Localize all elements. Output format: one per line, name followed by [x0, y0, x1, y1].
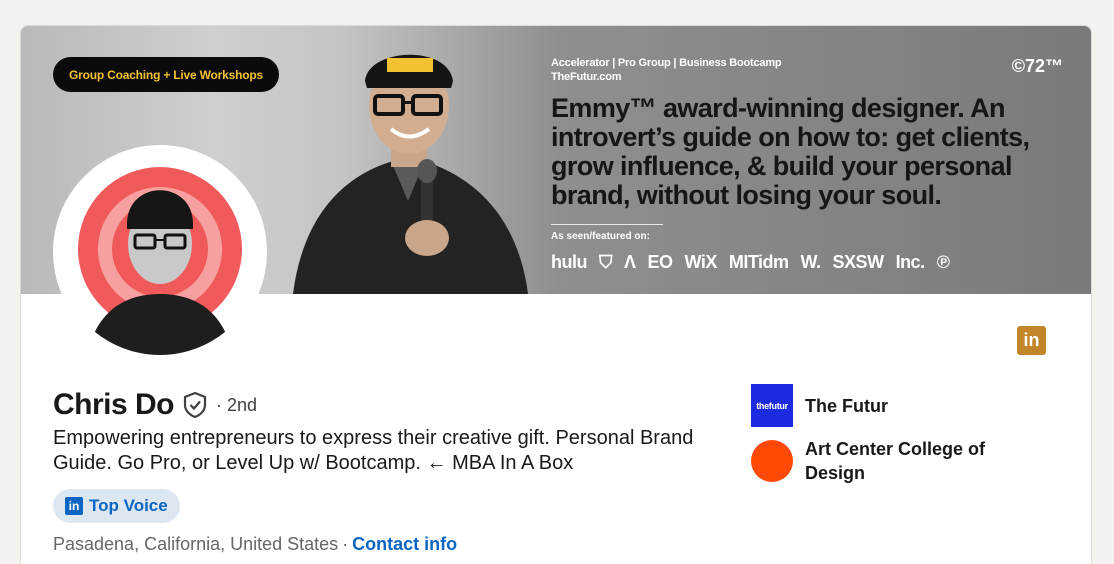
profile-name: Chris Do: [53, 388, 175, 421]
logo-inc: Inc.: [895, 252, 926, 272]
linkedin-icon[interactable]: in: [1017, 326, 1046, 355]
profile-card: Group Coaching + Live Workshops Accelera…: [20, 25, 1092, 564]
top-voice-badge[interactable]: in Top Voice: [53, 489, 180, 523]
profile-headline: Empowering entrepreneurs to express thei…: [53, 427, 694, 474]
org-the-futur[interactable]: thefutur The Futur: [751, 384, 1035, 427]
logo-wix: WiX: [684, 252, 718, 272]
avatar[interactable]: [53, 145, 267, 359]
the-futur-logo: thefutur: [751, 384, 793, 427]
featured-logos: hulu ⛉ Λ EO WiX MITidm W. SXSW Inc. ℗: [551, 252, 950, 273]
logo-adobe: Λ: [624, 252, 636, 272]
banner-seen-label: As seen/featured on:: [551, 231, 650, 242]
banner-pill: Group Coaching + Live Workshops: [53, 57, 279, 92]
name-row: Chris Do · 2nd: [53, 388, 257, 422]
verified-shield-icon[interactable]: [182, 391, 208, 419]
banner-divider: [551, 224, 663, 225]
logo-harvard: ⛉: [599, 252, 613, 272]
logo-mitidm: MITidm: [728, 252, 789, 272]
logo-eo: EO: [647, 252, 674, 272]
org-name: The Futur: [805, 395, 888, 416]
location-text: Pasadena, California, United States: [53, 534, 339, 554]
banner-headline: Emmy™ award-winning designer. An introve…: [551, 93, 1030, 210]
art-center-logo: [751, 440, 793, 482]
banner-sub-line-1: Accelerator | Pro Group | Business Bootc…: [551, 57, 782, 69]
connection-degree: · 2nd: [216, 394, 258, 415]
org-art-center[interactable]: Art Center College of Design: [751, 437, 1035, 485]
banner-person-image: [293, 54, 528, 294]
avatar-image: [57, 149, 263, 355]
location-row: Pasadena, California, United States · Cont…: [53, 534, 457, 555]
org-name: Art Center College of Design: [805, 439, 986, 483]
logo-pinterest: ℗: [936, 252, 950, 272]
banner-subtitle: Accelerator | Pro Group | Business Bootc…: [551, 56, 782, 84]
logo-sxsw: SXSW: [832, 252, 885, 272]
logo-hulu: hulu: [551, 252, 588, 272]
top-voice-label: Top Voice: [89, 496, 168, 515]
contact-info-link[interactable]: Contact info: [352, 534, 457, 554]
logo-w: W.: [800, 252, 822, 272]
location-separator: ·: [342, 534, 349, 554]
banner-sub-line-2: TheFutur.com: [551, 71, 622, 83]
linkedin-in-icon: in: [65, 497, 83, 515]
banner-brand-72: ©72™: [1011, 56, 1063, 76]
